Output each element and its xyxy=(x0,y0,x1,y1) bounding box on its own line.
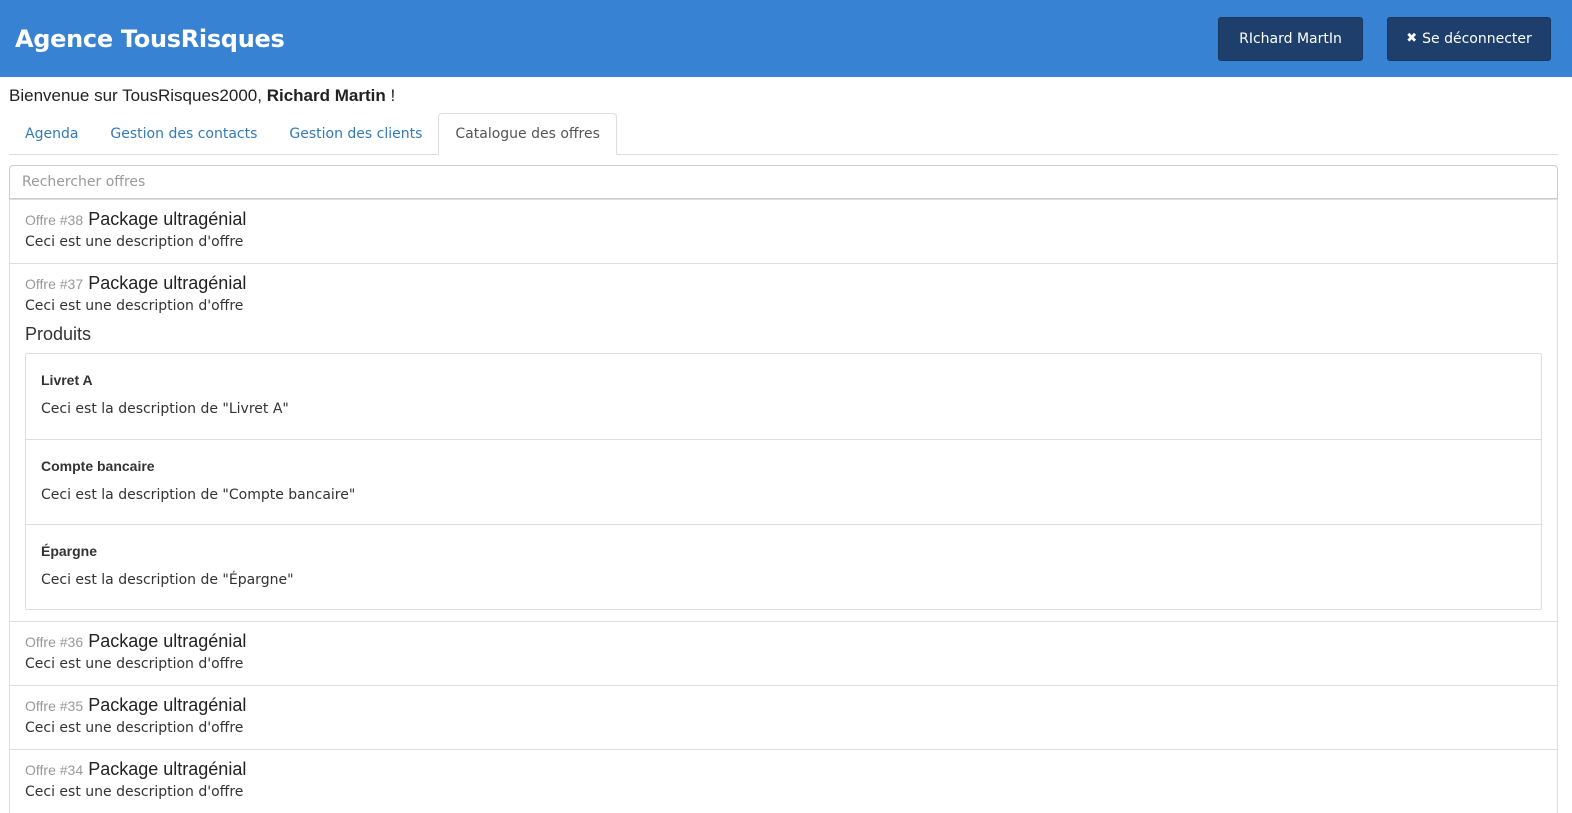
product-item: Épargne Ceci est la description de "Épar… xyxy=(26,524,1541,609)
main-tabs: Agenda Gestion des contacts Gestion des … xyxy=(9,113,1558,155)
offer-title: Package ultragénial xyxy=(88,631,247,651)
product-item: Livret A Ceci est la description de "Liv… xyxy=(26,354,1541,439)
products-list: Livret A Ceci est la description de "Liv… xyxy=(25,353,1542,610)
welcome-user-name: Richard Martin xyxy=(266,86,386,105)
search-offers-input[interactable] xyxy=(9,165,1558,199)
offer-title: Package ultragénial xyxy=(88,759,247,779)
brand-title: Agence TousRisques xyxy=(15,24,285,53)
offer-item-expanded[interactable]: Offre #37 Package ultragénial Ceci est u… xyxy=(10,263,1557,621)
products-heading: Produits xyxy=(25,324,92,344)
logout-label: Se déconnecter xyxy=(1422,30,1532,47)
offer-item[interactable]: Offre #35 Package ultragénial Ceci est u… xyxy=(10,685,1557,749)
welcome-prefix: Bienvenue sur TousRisques2000, xyxy=(9,86,262,105)
offer-item[interactable]: Offre #38 Package ultragénial Ceci est u… xyxy=(10,199,1557,263)
offer-title: Package ultragénial xyxy=(88,695,247,715)
offer-number: Offre #36 xyxy=(25,634,84,650)
offer-number: Offre #35 xyxy=(25,698,84,714)
user-button[interactable]: RIchard MartIn xyxy=(1218,16,1363,61)
offer-number: Offre #38 xyxy=(25,212,84,228)
offer-description: Ceci est une description d'offre xyxy=(25,234,244,250)
product-description: Ceci est la description de "Compte banca… xyxy=(41,487,356,503)
offer-number: Offre #37 xyxy=(25,276,84,292)
product-description: Ceci est la description de "Épargne" xyxy=(41,572,294,588)
close-icon: ✖ xyxy=(1406,31,1418,46)
logout-button[interactable]: ✖ Se déconnecter xyxy=(1387,16,1551,61)
offer-number: Offre #34 xyxy=(25,762,84,778)
tab-agenda[interactable]: Agenda xyxy=(9,113,94,155)
product-name: Épargne xyxy=(41,543,98,559)
offer-description: Ceci est une description d'offre xyxy=(25,656,244,672)
top-navbar: Agence TousRisques RIchard MartIn ✖ Se d… xyxy=(0,0,1572,77)
search-container xyxy=(9,165,1558,199)
offer-description: Ceci est une description d'offre xyxy=(25,298,244,314)
tab-clients[interactable]: Gestion des clients xyxy=(273,113,438,155)
offer-title: Package ultragénial xyxy=(88,209,247,229)
offer-description: Ceci est une description d'offre xyxy=(25,784,244,800)
welcome-suffix: ! xyxy=(390,86,396,105)
offer-item[interactable]: Offre #34 Package ultragénial Ceci est u… xyxy=(10,749,1557,813)
tab-contacts[interactable]: Gestion des contacts xyxy=(94,113,273,155)
offers-list: Offre #38 Package ultragénial Ceci est u… xyxy=(9,199,1558,813)
welcome-message: Bienvenue sur TousRisques2000, Richard M… xyxy=(0,77,1572,107)
offer-title: Package ultragénial xyxy=(88,273,247,293)
offer-item[interactable]: Offre #36 Package ultragénial Ceci est u… xyxy=(10,621,1557,685)
navbar-actions: RIchard MartIn ✖ Se déconnecter xyxy=(1218,16,1551,61)
tab-offers-catalog[interactable]: Catalogue des offres xyxy=(438,113,617,155)
product-description: Ceci est la description de "Livret A" xyxy=(41,401,289,417)
product-name: Livret A xyxy=(41,372,93,388)
product-name: Compte bancaire xyxy=(41,458,155,474)
offer-description: Ceci est une description d'offre xyxy=(25,720,244,736)
product-item: Compte bancaire Ceci est la description … xyxy=(26,439,1541,524)
